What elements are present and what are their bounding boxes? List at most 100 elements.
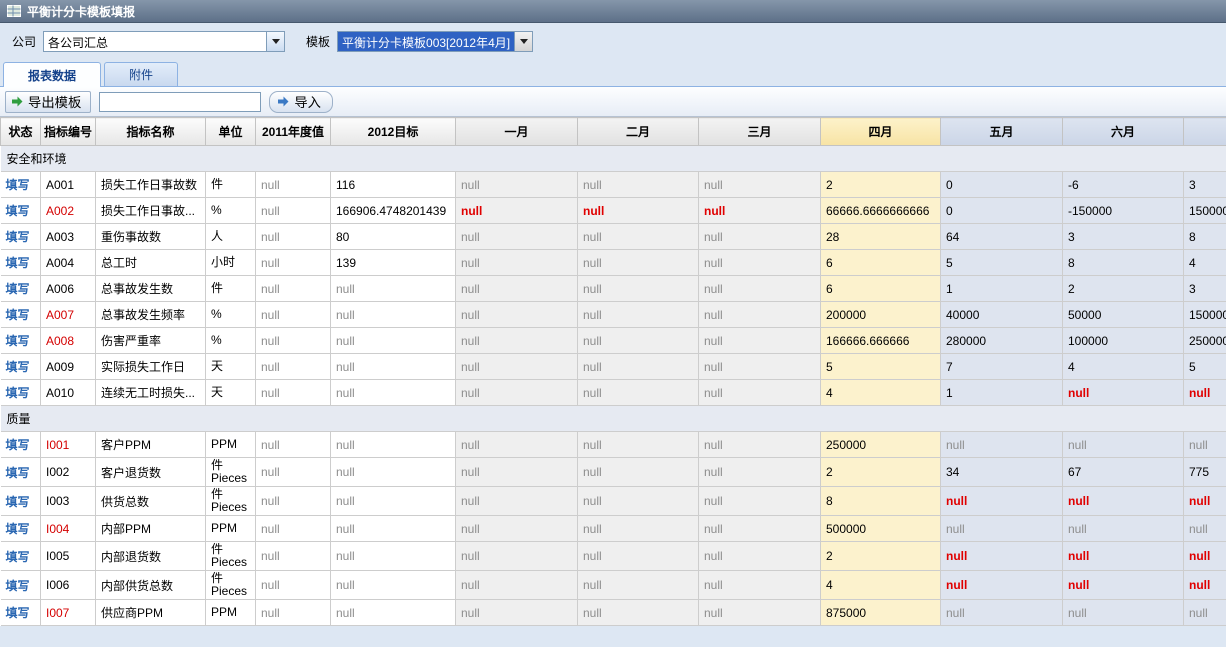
- month-value-cell: null: [1063, 432, 1184, 458]
- fill-link[interactable]: 填写: [6, 178, 30, 192]
- name-cell: 总工时: [96, 250, 206, 276]
- month-value-cell: null: [941, 571, 1063, 600]
- table-row: 填写I005内部退货数件 Piecesnullnullnullnullnull2…: [1, 542, 1226, 571]
- table-row: 填写A002损失工作日事故...%null166906.4748201439nu…: [1, 198, 1226, 224]
- name-cell: 重伤事故数: [96, 224, 206, 250]
- code-cell: A001: [41, 172, 96, 198]
- column-header-unit: 单位: [206, 118, 256, 146]
- import-label: 导入: [294, 92, 321, 111]
- month-value-cell: 5: [941, 250, 1063, 276]
- month-value-cell: null: [699, 458, 821, 487]
- action-toolbar: 导出模板 导入: [0, 87, 1226, 117]
- month-value-cell: null: [578, 542, 699, 571]
- month-value-cell: null: [941, 600, 1063, 626]
- month-value-cell: 67: [1063, 458, 1184, 487]
- value-2011-cell: null: [256, 516, 331, 542]
- status-cell: 填写: [1, 172, 41, 198]
- tab-report-data[interactable]: 报表数据: [3, 62, 101, 87]
- status-cell: 填写: [1, 542, 41, 571]
- tab-attachments[interactable]: 附件: [104, 62, 178, 86]
- month-value-cell: null: [1063, 542, 1184, 571]
- month-value-cell: 8: [821, 487, 941, 516]
- month-value-cell: 2: [821, 542, 941, 571]
- target-2012-cell: null: [331, 516, 456, 542]
- unit-cell: PPM: [206, 516, 256, 542]
- month-value-cell: null: [699, 172, 821, 198]
- column-header-next: [1184, 118, 1226, 146]
- value-2011-cell: null: [256, 250, 331, 276]
- month-value-cell: null: [456, 250, 578, 276]
- value-2011-cell: null: [256, 380, 331, 406]
- month-value-cell: null: [456, 354, 578, 380]
- fill-link[interactable]: 填写: [6, 522, 30, 536]
- value-2011-cell: null: [256, 542, 331, 571]
- import-file-input[interactable]: [99, 92, 261, 112]
- company-dropdown-button[interactable]: [266, 32, 284, 51]
- fill-link[interactable]: 填写: [6, 550, 30, 564]
- fill-link[interactable]: 填写: [6, 579, 30, 593]
- fill-link[interactable]: 填写: [6, 256, 30, 270]
- status-cell: 填写: [1, 328, 41, 354]
- unit-cell: %: [206, 198, 256, 224]
- code-cell: A010: [41, 380, 96, 406]
- company-select[interactable]: 各公司汇总: [43, 31, 285, 52]
- export-template-button[interactable]: 导出模板: [5, 91, 91, 113]
- month-value-cell: null: [456, 328, 578, 354]
- column-header-may: 五月: [941, 118, 1063, 146]
- fill-link[interactable]: 填写: [6, 334, 30, 348]
- name-cell: 内部供货总数: [96, 571, 206, 600]
- fill-link[interactable]: 填写: [6, 386, 30, 400]
- chevron-down-icon: [272, 39, 280, 44]
- fill-link[interactable]: 填写: [6, 360, 30, 374]
- table-row: 填写I007供应商PPMPPMnullnullnullnullnull87500…: [1, 600, 1226, 626]
- status-cell: 填写: [1, 458, 41, 487]
- column-header-target-2012: 2012目标: [331, 118, 456, 146]
- filter-bar: 公司 各公司汇总 模板 平衡计分卡模板003[2012年4月]: [0, 23, 1226, 59]
- month-value-cell: 150000: [1184, 198, 1226, 224]
- month-value-cell: 1: [941, 276, 1063, 302]
- status-cell: 填写: [1, 302, 41, 328]
- column-header-name: 指标名称: [96, 118, 206, 146]
- unit-cell: PPM: [206, 432, 256, 458]
- fill-link[interactable]: 填写: [6, 308, 30, 322]
- target-2012-cell: null: [331, 380, 456, 406]
- fill-link[interactable]: 填写: [6, 282, 30, 296]
- template-select[interactable]: 平衡计分卡模板003[2012年4月]: [337, 31, 533, 52]
- template-dropdown-button[interactable]: [514, 32, 532, 51]
- import-button[interactable]: 导入: [269, 91, 333, 113]
- month-value-cell: null: [456, 487, 578, 516]
- code-cell: A007: [41, 302, 96, 328]
- value-2011-cell: null: [256, 198, 331, 224]
- value-2011-cell: null: [256, 571, 331, 600]
- fill-link[interactable]: 填写: [6, 466, 30, 480]
- target-2012-cell: null: [331, 276, 456, 302]
- value-2011-cell: null: [256, 224, 331, 250]
- month-value-cell: 1: [941, 380, 1063, 406]
- fill-link[interactable]: 填写: [6, 606, 30, 620]
- value-2011-cell: null: [256, 432, 331, 458]
- code-cell: I007: [41, 600, 96, 626]
- status-cell: 填写: [1, 516, 41, 542]
- target-2012-cell: 139: [331, 250, 456, 276]
- month-value-cell: null: [578, 432, 699, 458]
- fill-link[interactable]: 填写: [6, 495, 30, 509]
- unit-cell: 件: [206, 276, 256, 302]
- month-value-cell: 7: [941, 354, 1063, 380]
- month-value-cell: null: [1063, 487, 1184, 516]
- value-2011-cell: null: [256, 487, 331, 516]
- status-cell: 填写: [1, 250, 41, 276]
- month-value-cell: null: [578, 380, 699, 406]
- month-value-cell: 6: [821, 250, 941, 276]
- fill-link[interactable]: 填写: [6, 204, 30, 218]
- month-value-cell: null: [578, 250, 699, 276]
- month-value-cell: 166666.666666: [821, 328, 941, 354]
- month-value-cell: null: [578, 328, 699, 354]
- fill-link[interactable]: 填写: [6, 230, 30, 244]
- month-value-cell: null: [456, 380, 578, 406]
- month-value-cell: null: [578, 172, 699, 198]
- month-value-cell: null: [699, 432, 821, 458]
- code-cell: A003: [41, 224, 96, 250]
- fill-link[interactable]: 填写: [6, 438, 30, 452]
- target-2012-cell: 80: [331, 224, 456, 250]
- status-cell: 填写: [1, 198, 41, 224]
